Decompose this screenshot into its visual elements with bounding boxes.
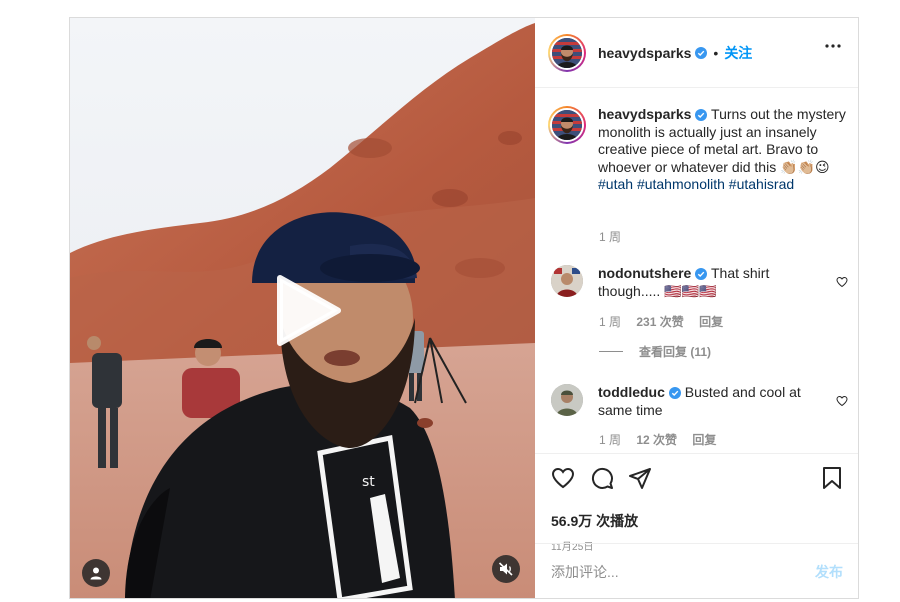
- hashtag-link[interactable]: #utah: [598, 176, 633, 192]
- post-actions: 56.9万 次播放 11月25日: [535, 453, 858, 553]
- post-video[interactable]: st: [70, 18, 535, 598]
- verified-badge-icon: [695, 268, 708, 280]
- view-replies-label: 查看回复 (11): [639, 345, 712, 359]
- caption-time[interactable]: 1 周: [599, 230, 621, 244]
- caption: heavydsparks Turns out the mystery monol…: [548, 106, 848, 194]
- hashtag-link[interactable]: #utahmonolith: [637, 176, 725, 192]
- comment-icon[interactable]: [590, 466, 614, 490]
- comment-item: nodonutshere That shirt though..... 🇺🇸🇺🇸…: [551, 265, 798, 300]
- comment-meta: 1 周 231 次赞 回复: [599, 313, 735, 330]
- instagram-post: st heavydsparks • 关注 heavydsparks Turns …: [69, 17, 859, 599]
- comment-likes[interactable]: 12 次赞: [636, 433, 677, 447]
- caption-username[interactable]: heavydsparks: [598, 106, 691, 122]
- muted-speaker-icon: [498, 562, 513, 576]
- comment-likes[interactable]: 231 次赞: [636, 315, 683, 329]
- tagged-users-button[interactable]: [82, 559, 110, 587]
- commenter-avatar[interactable]: [551, 384, 583, 416]
- comment-item: toddleduc Busted and cool at same time: [551, 384, 813, 419]
- play-button[interactable]: [270, 273, 345, 348]
- verified-badge-icon: [695, 109, 708, 121]
- comments-list: heavydsparks Turns out the mystery monol…: [535, 89, 858, 459]
- bookmark-icon[interactable]: [821, 466, 843, 490]
- comment-like-heart-icon[interactable]: [836, 276, 848, 288]
- comment-like-heart-icon[interactable]: [836, 395, 848, 407]
- play-icon: [277, 275, 341, 346]
- comment-text-block: nodonutshere That shirt though..... 🇺🇸🇺🇸…: [598, 265, 798, 300]
- reply-button[interactable]: 回复: [699, 315, 723, 329]
- caption-meta: 1 周: [599, 228, 633, 245]
- add-comment-bar: 添加评论... 发布: [535, 543, 858, 598]
- post-header: heavydsparks • 关注: [535, 18, 858, 88]
- reply-button[interactable]: 回复: [692, 433, 716, 447]
- caption-text-block: heavydsparks Turns out the mystery monol…: [598, 106, 848, 194]
- comment-time[interactable]: 1 周: [599, 315, 621, 329]
- avatar-image: [551, 265, 583, 297]
- follow-button[interactable]: 关注: [724, 43, 752, 63]
- replies-divider-line: [599, 351, 623, 352]
- separator-dot: •: [713, 44, 719, 61]
- avatar-image: [552, 110, 582, 140]
- verified-badge-icon: [695, 46, 708, 59]
- hashtag-link[interactable]: #utahisrad: [729, 176, 794, 192]
- commenter-username[interactable]: toddleduc: [598, 384, 665, 400]
- commenter-avatar[interactable]: [551, 265, 583, 297]
- caption-avatar[interactable]: [548, 106, 586, 144]
- mute-toggle[interactable]: [492, 555, 520, 583]
- comment-text-block: toddleduc Busted and cool at same time: [598, 384, 813, 419]
- post-side-panel: heavydsparks • 关注 heavydsparks Turns out…: [535, 18, 858, 598]
- svg-text:st: st: [362, 474, 375, 490]
- commenter-username[interactable]: nodonutshere: [598, 265, 691, 281]
- heart-icon[interactable]: [551, 466, 575, 490]
- view-count[interactable]: 56.9万 次播放: [551, 511, 638, 531]
- comment-meta: 1 周 12 次赞 回复: [599, 431, 728, 448]
- paper-plane-icon[interactable]: [628, 466, 652, 490]
- avatar-image: [552, 37, 582, 68]
- post-comment-button[interactable]: 发布: [815, 562, 843, 582]
- comment-input[interactable]: 添加评论...: [551, 562, 815, 582]
- user-tag-icon: [90, 567, 102, 580]
- author-username[interactable]: heavydsparks: [598, 45, 691, 61]
- view-replies-button[interactable]: 查看回复 (11): [599, 343, 711, 360]
- comment-time[interactable]: 1 周: [599, 433, 621, 447]
- avatar-image: [551, 384, 583, 416]
- verified-badge-icon: [668, 387, 681, 399]
- author-avatar[interactable]: [548, 33, 586, 72]
- more-options-icon[interactable]: [825, 44, 841, 48]
